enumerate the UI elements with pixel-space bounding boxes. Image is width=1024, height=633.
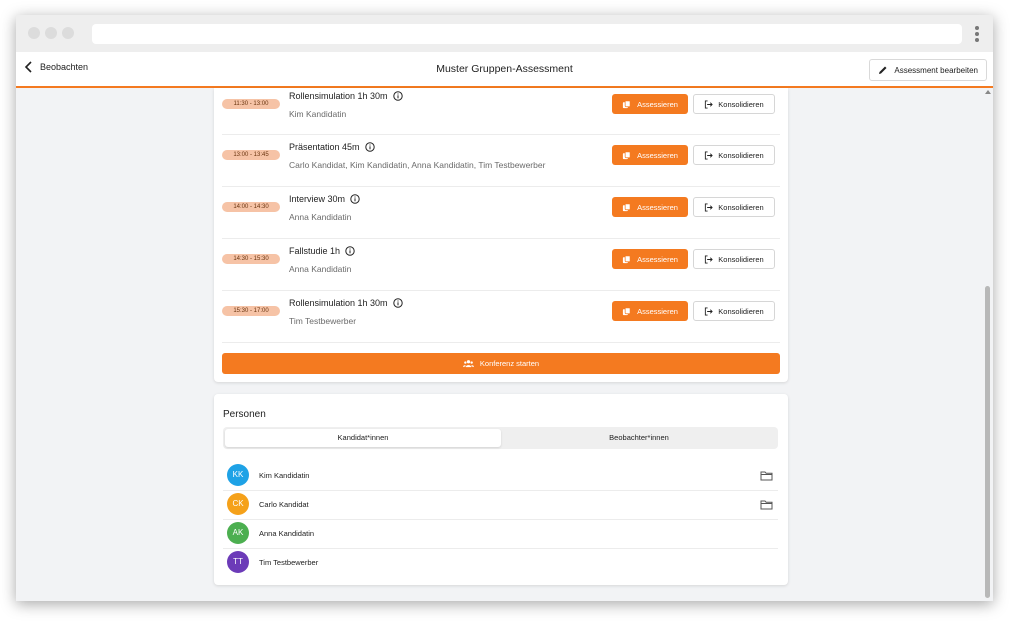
assess-button[interactable]: Assessieren	[612, 301, 688, 321]
assess-icon	[622, 100, 631, 108]
session-participants: Carlo Kandidat, Kim Kandidatin, Anna Kan…	[289, 160, 546, 170]
consolidate-label: Konsolidieren	[718, 254, 764, 264]
person-row[interactable]: TT Tim Testbewerber	[223, 548, 778, 577]
consolidate-label: Konsolidieren	[718, 150, 764, 160]
session-participants: Kim Kandidatin	[289, 109, 347, 119]
assess-icon	[622, 151, 631, 159]
avatar: AK	[227, 522, 249, 544]
folder-icon[interactable]	[760, 470, 773, 481]
pencil-icon	[879, 66, 887, 74]
tab-candidates[interactable]: Kandidat*innen	[225, 429, 501, 447]
logout-icon	[705, 150, 714, 160]
window-dot[interactable]	[62, 27, 74, 39]
time-badge: 14:00 - 14:30	[222, 202, 280, 212]
session-title: Rollensimulation 1h 30m	[289, 91, 403, 101]
avatar: TT	[227, 551, 249, 573]
persons-card: Personen Kandidat*innen Beobachter*innen…	[214, 394, 788, 585]
session-title: Präsentation 45m	[289, 142, 375, 152]
assess-label: Assessieren	[637, 306, 678, 316]
time-badge: 14:30 - 15:30	[222, 254, 280, 264]
window-dot[interactable]	[28, 27, 40, 39]
avatar: CK	[227, 493, 249, 515]
person-name: Carlo Kandidat	[259, 500, 309, 509]
assess-label: Assessieren	[637, 202, 678, 212]
assess-button[interactable]: Assessieren	[612, 197, 688, 217]
session-title-text: Rollensimulation 1h 30m	[289, 298, 388, 308]
assess-button[interactable]: Assessieren	[612, 94, 688, 114]
group-icon	[462, 360, 474, 368]
assess-icon	[622, 203, 631, 211]
assess-button[interactable]: Assessieren	[612, 145, 688, 165]
logout-icon	[705, 306, 714, 316]
schedule-row: 14:00 - 14:30 Interview 30m Anna Kandidati…	[222, 187, 780, 239]
logout-icon	[705, 202, 714, 212]
consolidate-button[interactable]: Konsolidieren	[693, 197, 775, 217]
scroll-up-arrow-icon[interactable]	[985, 90, 991, 94]
session-title: Fallstudie 1h	[289, 246, 355, 256]
tab-observers[interactable]: Beobachter*innen	[501, 429, 777, 447]
time-badge: 15:30 - 17:00	[222, 306, 280, 316]
scrollbar[interactable]	[985, 90, 991, 598]
start-conference-button[interactable]: Konferenz starten	[222, 353, 780, 374]
schedule-row: 14:30 - 15:30 Fallstudie 1h Anna Kandidati…	[222, 239, 780, 291]
consolidate-label: Konsolidieren	[718, 202, 764, 212]
persons-tabs: Kandidat*innen Beobachter*innen	[223, 427, 778, 449]
address-bar[interactable]	[92, 24, 962, 44]
session-title: Interview 30m	[289, 194, 360, 204]
person-row[interactable]: AK Anna Kandidatin	[223, 519, 778, 549]
assess-label: Assessieren	[637, 254, 678, 264]
folder-icon[interactable]	[760, 499, 773, 510]
conference-label: Konferenz starten	[479, 359, 540, 368]
assess-button[interactable]: Assessieren	[612, 249, 688, 269]
assess-label: Assessieren	[637, 99, 678, 109]
consolidate-button[interactable]: Konsolidieren	[693, 249, 775, 269]
browser-chrome	[16, 15, 993, 52]
logout-icon	[705, 99, 714, 109]
session-title-text: Interview 30m	[289, 194, 346, 204]
edit-assessment-label: Assessment bearbeiten	[894, 65, 978, 75]
session-title-text: Fallstudie 1h	[289, 246, 341, 256]
person-name: Anna Kandidatin	[259, 529, 315, 538]
session-participants: Anna Kandidatin	[289, 212, 352, 222]
schedule-card: 11:30 - 13:00 Rollensimulation 1h 30m Kim …	[214, 88, 788, 382]
info-icon	[392, 91, 403, 101]
person-name: Tim Testbewerber	[259, 558, 319, 567]
person-name: Kim Kandidatin	[259, 471, 310, 480]
main-content: 11:30 - 13:00 Rollensimulation 1h 30m Kim …	[16, 88, 993, 601]
schedule-row: 15:30 - 17:00 Rollensimulation 1h 30m Tim …	[222, 291, 780, 343]
info-icon	[364, 142, 375, 152]
scrollbar-thumb[interactable]	[985, 286, 990, 598]
time-badge: 13:00 - 13:45	[222, 150, 280, 160]
person-row[interactable]: CK Carlo Kandidat	[223, 490, 778, 520]
session-participants: Anna Kandidatin	[289, 264, 352, 274]
edit-assessment-button[interactable]: Assessment bearbeiten	[869, 59, 987, 81]
assess-label: Assessieren	[637, 150, 678, 160]
avatar: KK	[227, 464, 249, 486]
assess-icon	[622, 307, 631, 315]
info-icon	[392, 298, 403, 308]
consolidate-button[interactable]: Konsolidieren	[693, 301, 775, 321]
session-participants: Tim Testbewerber	[289, 316, 357, 326]
person-row[interactable]: KK Kim Kandidatin	[223, 461, 778, 491]
info-icon	[345, 246, 355, 256]
time-badge: 11:30 - 13:00	[222, 99, 280, 109]
consolidate-button[interactable]: Konsolidieren	[693, 94, 775, 114]
app-header: Beobachten Muster Gruppen-Assessment Ass…	[16, 52, 993, 88]
consolidate-label: Konsolidieren	[718, 99, 764, 109]
schedule-row: 11:30 - 13:00 Rollensimulation 1h 30m Kim …	[222, 88, 780, 135]
assess-icon	[622, 255, 631, 263]
persons-title: Personen	[223, 409, 266, 420]
kebab-menu-icon[interactable]	[975, 26, 979, 44]
browser-window: Beobachten Muster Gruppen-Assessment Ass…	[16, 15, 993, 601]
session-title-text: Rollensimulation 1h 30m	[289, 91, 388, 101]
window-dot[interactable]	[45, 27, 57, 39]
session-title: Rollensimulation 1h 30m	[289, 298, 403, 308]
page-title: Muster Gruppen-Assessment	[436, 63, 573, 75]
schedule-row: 13:00 - 13:45 Präsentation 45m Carlo Kandi…	[222, 135, 780, 187]
consolidate-label: Konsolidieren	[718, 306, 764, 316]
consolidate-button[interactable]: Konsolidieren	[693, 145, 775, 165]
info-icon	[350, 194, 360, 204]
session-title-text: Präsentation 45m	[289, 142, 360, 152]
logout-icon	[705, 254, 714, 264]
